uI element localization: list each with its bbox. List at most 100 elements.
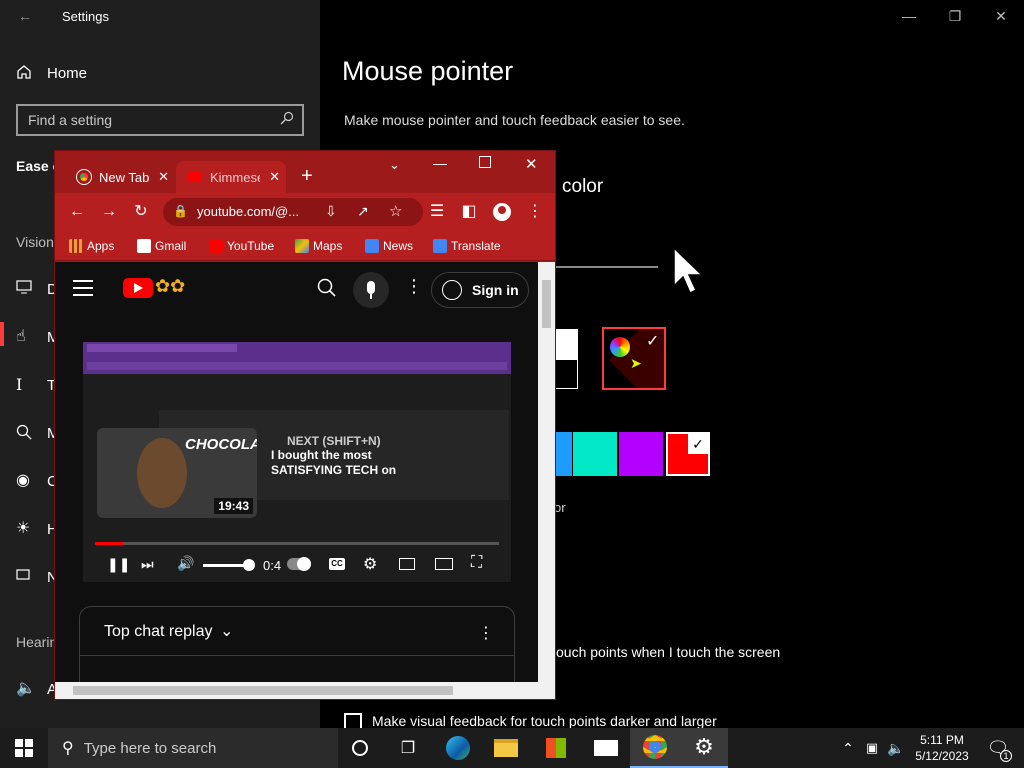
- task-view-icon[interactable]: ❐: [388, 728, 428, 768]
- pointer-style-custom[interactable]: ➤ ✓: [602, 327, 666, 390]
- youtube-icon: [188, 172, 202, 182]
- chrome-menu-icon[interactable]: ⋮: [525, 203, 545, 221]
- color-swatch-teal[interactable]: [573, 432, 617, 476]
- microphone-icon[interactable]: [353, 272, 389, 308]
- color-swatch-purple[interactable]: [619, 432, 663, 476]
- chrome-taskbar-icon[interactable]: [630, 728, 680, 768]
- address-bar[interactable]: 🔒 youtube.com/@... ⇩ ↗ ☆: [163, 198, 423, 226]
- next-video-icon[interactable]: ⏭: [141, 556, 154, 573]
- forward-icon[interactable]: →: [99, 203, 119, 221]
- miniplayer-icon[interactable]: [399, 558, 415, 570]
- close-icon[interactable]: ✕: [269, 169, 280, 185]
- more-options-icon[interactable]: ⋮: [478, 623, 494, 643]
- vertical-scrollbar[interactable]: [538, 262, 555, 684]
- bookmark-label: Translate: [451, 239, 501, 253]
- store-icon[interactable]: [532, 728, 580, 768]
- cursor-icon: [672, 246, 708, 301]
- theater-mode-icon[interactable]: [435, 558, 453, 570]
- scroll-thumb[interactable]: [73, 686, 453, 695]
- search-icon[interactable]: [317, 278, 337, 303]
- pointer-style-white[interactable]: [554, 329, 578, 389]
- file-explorer-icon[interactable]: [484, 728, 528, 768]
- back-arrow-icon[interactable]: ←: [18, 8, 32, 24]
- horizontal-scrollbar[interactable]: [55, 682, 555, 699]
- settings-search-input[interactable]: Find a setting: [16, 104, 304, 136]
- bookmark-youtube[interactable]: YouTube: [209, 239, 274, 253]
- bookmark-label: Apps: [87, 239, 115, 253]
- media-control-icon[interactable]: ☰: [427, 203, 447, 221]
- hamburger-menu-icon[interactable]: [73, 280, 93, 296]
- chrome-window[interactable]: New Tab ✕ Kimmese ✕ + ⌄ — ✕ ← → ↻ 🔒 yout…: [54, 150, 556, 700]
- restore-button[interactable]: ❐: [932, 0, 978, 32]
- back-icon[interactable]: ←: [67, 203, 87, 221]
- bookmark-gmail[interactable]: Gmail: [137, 239, 186, 253]
- mail-icon[interactable]: [582, 728, 630, 768]
- hearing-section-label: Hearin: [16, 634, 58, 650]
- tab-new-tab[interactable]: New Tab ✕: [65, 161, 175, 193]
- touch-feedback-label: ouch points when I touch the screen: [556, 644, 781, 660]
- size-slider-track[interactable]: [550, 266, 658, 268]
- chat-replay-label[interactable]: Top chat replay: [104, 623, 213, 641]
- sidebar-home-label[interactable]: Home: [47, 65, 87, 82]
- volume-handle[interactable]: [243, 559, 255, 571]
- video-frame-browser: [83, 342, 511, 374]
- maximize-button[interactable]: [479, 156, 491, 168]
- close-button[interactable]: ✕: [525, 155, 538, 173]
- tab-youtube[interactable]: Kimmese ✕: [176, 161, 286, 193]
- bookmark-star-icon[interactable]: ☆: [389, 202, 402, 220]
- more-options-icon[interactable]: ⋮: [405, 276, 423, 297]
- clock[interactable]: 5:11 PM 5/12/2023: [912, 732, 972, 764]
- magnifier-icon: [16, 424, 34, 442]
- volume-icon[interactable]: 🔊: [177, 555, 194, 572]
- close-button[interactable]: ✕: [978, 0, 1024, 32]
- gmail-icon: [137, 239, 151, 253]
- youtube-logo-icon[interactable]: [123, 278, 153, 298]
- video-player[interactable]: CHOCOLATE 19:43 NEXT (SHIFT+N) I bought …: [83, 342, 511, 582]
- taskbar-search-box[interactable]: ⚲ Type here to search: [48, 728, 338, 768]
- pause-icon[interactable]: ❚❚: [107, 556, 130, 573]
- profile-avatar-icon[interactable]: [493, 203, 511, 221]
- chevron-down-icon[interactable]: ⌄: [220, 621, 233, 641]
- taskbar: ⚲ Type here to search ❐ ⚙ ⌃ ▣ 🔈 5:11 PM …: [0, 728, 1024, 768]
- install-icon[interactable]: ⇩: [325, 203, 337, 220]
- next-video-thumbnail[interactable]: CHOCOLATE 19:43: [97, 428, 257, 518]
- close-icon[interactable]: ✕: [158, 169, 169, 185]
- color-wheel-icon: [610, 337, 630, 357]
- settings-gear-icon[interactable]: ⚙: [363, 554, 377, 574]
- cortana-icon[interactable]: [340, 728, 380, 768]
- minimize-button[interactable]: —: [886, 0, 932, 32]
- tab-search-icon[interactable]: ⌄: [389, 157, 400, 173]
- account-icon: [442, 280, 462, 300]
- fullscreen-icon[interactable]: ⛶: [471, 554, 482, 572]
- color-filters-icon: ◉: [16, 472, 30, 489]
- color-swatch-blue[interactable]: [554, 432, 572, 476]
- side-panel-icon[interactable]: ◧: [459, 203, 479, 221]
- bookmark-apps[interactable]: Apps: [69, 239, 114, 253]
- settings-window-title: Settings: [62, 9, 109, 24]
- minimize-button[interactable]: —: [433, 155, 447, 171]
- progress-bar[interactable]: [95, 542, 499, 545]
- settings-taskbar-icon[interactable]: ⚙: [680, 728, 728, 768]
- share-icon[interactable]: ↗: [357, 203, 369, 220]
- network-icon[interactable]: ▣: [862, 728, 882, 768]
- lock-icon: 🔒: [173, 204, 188, 218]
- bookmark-maps[interactable]: Maps: [295, 239, 342, 253]
- start-button[interactable]: [0, 728, 48, 768]
- scroll-thumb[interactable]: [542, 280, 551, 328]
- bookmark-label: YouTube: [227, 239, 275, 253]
- autoplay-toggle[interactable]: [287, 557, 311, 571]
- bookmark-translate[interactable]: Translate: [433, 239, 501, 253]
- bookmark-news[interactable]: News: [365, 239, 413, 253]
- reload-icon[interactable]: ↻: [131, 203, 151, 221]
- chevron-up-icon[interactable]: ⌃: [838, 728, 858, 768]
- new-tab-button[interactable]: +: [301, 165, 313, 188]
- volume-icon[interactable]: 🔈: [886, 728, 906, 768]
- home-icon: [16, 64, 34, 82]
- address-text: youtube.com/@...: [197, 204, 300, 219]
- sign-in-button[interactable]: Sign in: [431, 272, 529, 308]
- edge-icon[interactable]: [436, 728, 480, 768]
- captions-icon[interactable]: CC: [329, 558, 345, 570]
- color-swatch-red[interactable]: ✓: [666, 432, 710, 476]
- chrome-toolbar: ← → ↻ 🔒 youtube.com/@... ⇩ ↗ ☆ ☰ ◧ ⋮: [55, 193, 555, 231]
- notification-center-icon[interactable]: 🗨 1: [978, 728, 1018, 768]
